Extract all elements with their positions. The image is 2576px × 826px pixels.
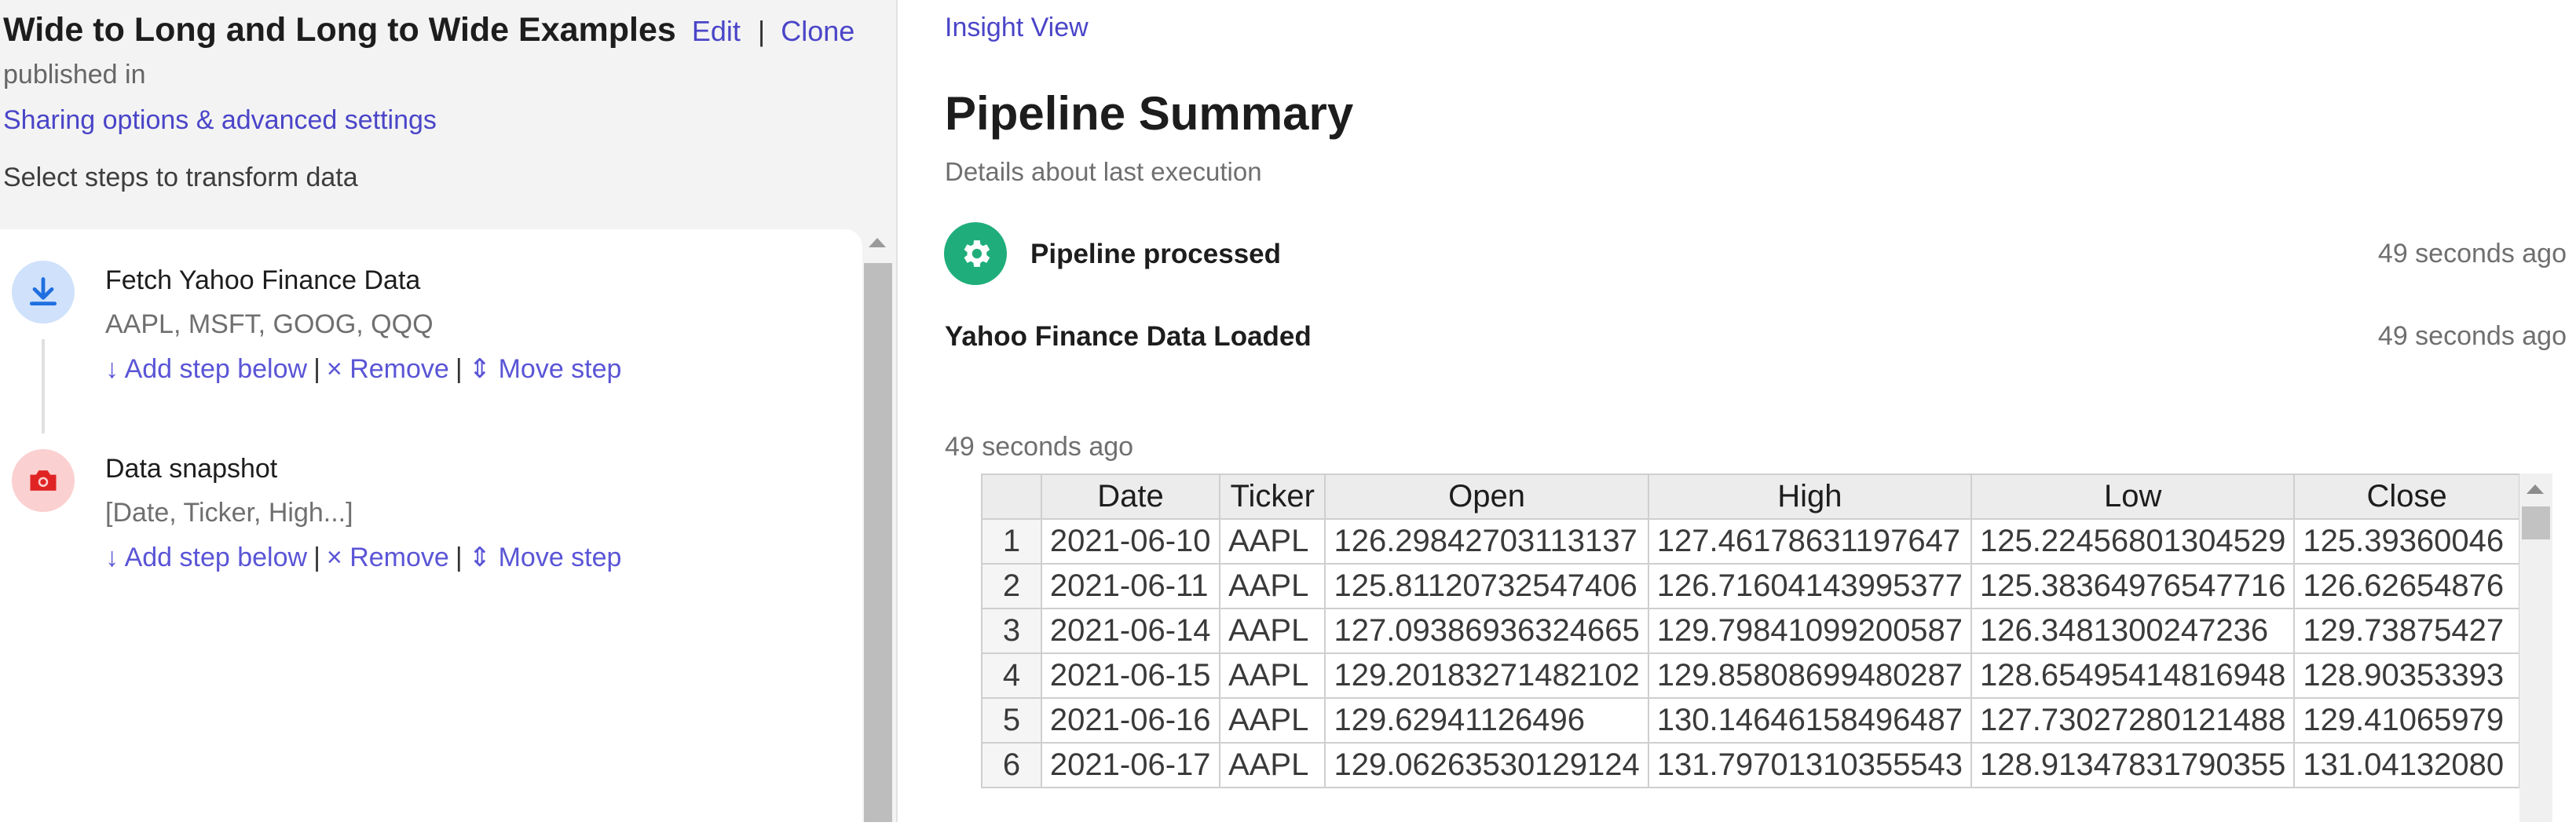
remove-step-button[interactable]: × Remove	[327, 354, 449, 384]
cell-low: 128.65495414816948	[1970, 652, 2296, 699]
cell-low: 128.91347831790355	[1970, 742, 2296, 788]
cell-high: 129.85808699480287	[1647, 652, 1973, 699]
steps-scrollbar-thumb[interactable]	[864, 263, 892, 822]
download-icon	[12, 261, 75, 323]
cell-ticker: AAPL	[1219, 608, 1326, 654]
cell-close: 129.73875427	[2293, 608, 2520, 654]
cell-open: 129.20183271482102	[1324, 652, 1649, 699]
cell-ticker: AAPL	[1219, 697, 1326, 744]
step-actions: ↓ Add step below | × Remove | ⇕ Move step	[105, 542, 621, 573]
cell-low: 127.73027280121488	[1970, 697, 2296, 744]
camera-icon	[12, 449, 75, 512]
select-steps-label: Select steps to transform data	[3, 163, 358, 192]
scroll-up-arrow-icon[interactable]	[869, 238, 886, 247]
pipeline-title: Wide to Long and Long to Wide Examples	[3, 11, 676, 49]
cell-low: 126.3481300247236	[1970, 608, 2296, 654]
column-header-high[interactable]: High	[1647, 473, 1973, 520]
pipeline-sidebar: Wide to Long and Long to Wide Examples E…	[0, 0, 898, 826]
cell-ticker: AAPL	[1219, 742, 1326, 788]
cell-close: 129.41065979	[2293, 697, 2520, 744]
pipeline-summary-title: Pipeline Summary	[945, 87, 1354, 140]
table-row: 1 2021-06-10 AAPL 126.29842703113137 127…	[981, 518, 2520, 565]
table-row: 2 2021-06-11 AAPL 125.81120732547406 126…	[981, 563, 2520, 609]
cell-date: 2021-06-10	[1040, 518, 1221, 565]
column-header-close[interactable]: Close	[2293, 473, 2520, 520]
row-index: 6	[981, 742, 1042, 788]
column-header-ticker[interactable]: Ticker	[1219, 473, 1326, 520]
action-separator: |	[455, 543, 463, 572]
row-index: 4	[981, 652, 1042, 699]
row-index: 2	[981, 563, 1042, 609]
cell-open: 129.62941126496	[1324, 697, 1649, 744]
edit-link[interactable]: Edit	[692, 15, 741, 48]
cell-date: 2021-06-16	[1040, 697, 1221, 744]
row-index: 1	[981, 518, 1042, 565]
row-index: 5	[981, 697, 1042, 744]
column-header-date[interactable]: Date	[1040, 473, 1221, 520]
step-subtitle: [Date, Ticker, High...]	[105, 498, 353, 528]
insight-view-link[interactable]: Insight View	[945, 13, 1089, 43]
cell-close: 126.62654876	[2293, 563, 2520, 609]
column-header-low[interactable]: Low	[1970, 473, 2296, 520]
cell-close: 125.39360046	[2293, 518, 2520, 565]
cell-date: 2021-06-15	[1040, 652, 1221, 699]
cell-high: 131.79701310355543	[1647, 742, 1973, 788]
cell-high: 129.79841099200587	[1647, 608, 1973, 654]
step-connector	[42, 339, 45, 433]
cell-high: 127.46178631197647	[1647, 518, 1973, 565]
cell-close: 128.90353393	[2293, 652, 2520, 699]
event-timestamp: 49 seconds ago	[2377, 239, 2567, 269]
add-step-below-button[interactable]: ↓ Add step below	[105, 354, 307, 384]
cell-ticker: AAPL	[1219, 563, 1326, 609]
step-actions: ↓ Add step below | × Remove | ⇕ Move step	[105, 353, 621, 385]
cell-date: 2021-06-14	[1040, 608, 1221, 654]
published-in-text: published in	[3, 60, 146, 90]
step-title[interactable]: Data snapshot	[105, 454, 277, 484]
cell-date: 2021-06-17	[1040, 742, 1221, 788]
cell-open: 127.09386936324665	[1324, 608, 1649, 654]
event-timestamp: 49 seconds ago	[2377, 321, 2567, 351]
move-step-button[interactable]: ⇕ Move step	[469, 543, 622, 572]
event-data-loaded: Yahoo Finance Data Loaded	[945, 321, 1312, 352]
cell-ticker: AAPL	[1219, 518, 1326, 565]
add-step-below-button[interactable]: ↓ Add step below	[105, 543, 307, 572]
cell-open: 126.29842703113137	[1324, 518, 1649, 565]
data-table: Date Ticker Open High Low Close 1 2021-0…	[981, 473, 2520, 788]
data-table-container: Date Ticker Open High Low Close 1 2021-0…	[981, 473, 2520, 822]
table-row: 5 2021-06-16 AAPL 129.62941126496 130.14…	[981, 697, 2520, 744]
step-subtitle: AAPL, MSFT, GOOG, QQQ	[105, 309, 434, 339]
cell-open: 125.81120732547406	[1324, 563, 1649, 609]
column-header-open[interactable]: Open	[1324, 473, 1649, 520]
table-header-row: Date Ticker Open High Low Close	[981, 473, 2520, 520]
pipeline-summary-subtitle: Details about last execution	[945, 157, 1262, 186]
action-separator: |	[313, 354, 320, 384]
table-row: 6 2021-06-17 AAPL 129.06263530129124 131…	[981, 742, 2520, 788]
title-row: Wide to Long and Long to Wide Examples E…	[3, 11, 854, 49]
action-separator: |	[455, 354, 463, 384]
table-row: 4 2021-06-15 AAPL 129.20183271482102 129…	[981, 652, 2520, 699]
cell-ticker: AAPL	[1219, 652, 1326, 699]
action-separator: |	[313, 543, 320, 572]
cell-high: 130.14646158496487	[1647, 697, 1973, 744]
cell-close: 131.04132080	[2293, 742, 2520, 788]
cell-high: 126.71604143995377	[1647, 563, 1973, 609]
cell-date: 2021-06-11	[1040, 563, 1221, 609]
column-header-index	[981, 473, 1042, 520]
move-step-button[interactable]: ⇕ Move step	[469, 354, 622, 384]
table-row: 3 2021-06-14 AAPL 127.09386936324665 129…	[981, 608, 2520, 654]
sharing-options-link[interactable]: Sharing options & advanced settings	[3, 105, 437, 136]
remove-step-button[interactable]: × Remove	[327, 543, 449, 572]
step-title[interactable]: Fetch Yahoo Finance Data	[105, 265, 420, 296]
cell-low: 125.22456801304529	[1970, 518, 2296, 565]
cell-low: 125.38364976547716	[1970, 563, 2296, 609]
event-pipeline-processed: Pipeline processed	[1030, 239, 1282, 269]
clone-link[interactable]: Clone	[781, 15, 854, 48]
gear-icon	[944, 222, 1007, 285]
table-scrollbar-thumb[interactable]	[2522, 506, 2550, 539]
row-index: 3	[981, 608, 1042, 654]
snapshot-timestamp: 49 seconds ago	[945, 432, 1134, 462]
title-separator: |	[757, 15, 766, 47]
cell-open: 129.06263530129124	[1324, 742, 1649, 788]
scroll-up-arrow-icon[interactable]	[2527, 484, 2544, 494]
